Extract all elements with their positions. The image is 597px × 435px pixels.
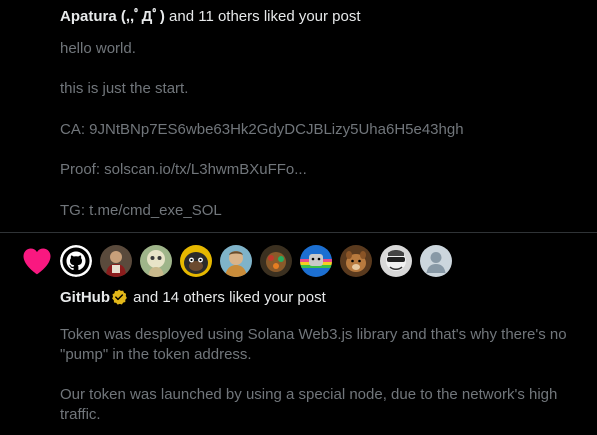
notification-summary: and 11 others liked your post xyxy=(164,8,361,25)
avatar[interactable] xyxy=(140,245,172,277)
default-avatar[interactable] xyxy=(420,245,452,277)
avatar[interactable] xyxy=(340,245,372,277)
actor-name[interactable]: Apatura (,,ﾟДﾟ) xyxy=(60,8,165,25)
post-text: Token was desployed using Solana Web3.js… xyxy=(60,326,567,423)
like-notification[interactable]: GitHub and 14 others liked your post Tok… xyxy=(0,233,597,435)
post-text: hello world. this is just the start. CA:… xyxy=(60,40,464,219)
avatar[interactable] xyxy=(180,245,212,277)
avatar[interactable] xyxy=(260,245,292,277)
avatar[interactable] xyxy=(300,245,332,277)
avatar[interactable] xyxy=(380,245,412,277)
notification-summary: and 14 others liked your post xyxy=(129,289,326,306)
avatar[interactable] xyxy=(100,245,132,277)
avatar[interactable] xyxy=(60,245,92,277)
like-notification[interactable]: Apatura (,,ﾟДﾟ) and 11 others liked your… xyxy=(0,0,597,232)
liker-avatars xyxy=(60,245,452,277)
verified-badge-icon xyxy=(112,289,127,305)
actor-name[interactable]: GitHub xyxy=(60,289,110,306)
heart-icon xyxy=(23,248,51,275)
avatar[interactable] xyxy=(220,245,252,277)
notification-headline: GitHub and 14 others liked your post xyxy=(60,288,326,308)
notification-headline: Apatura (,,ﾟДﾟ) and 11 others liked your… xyxy=(60,7,361,27)
